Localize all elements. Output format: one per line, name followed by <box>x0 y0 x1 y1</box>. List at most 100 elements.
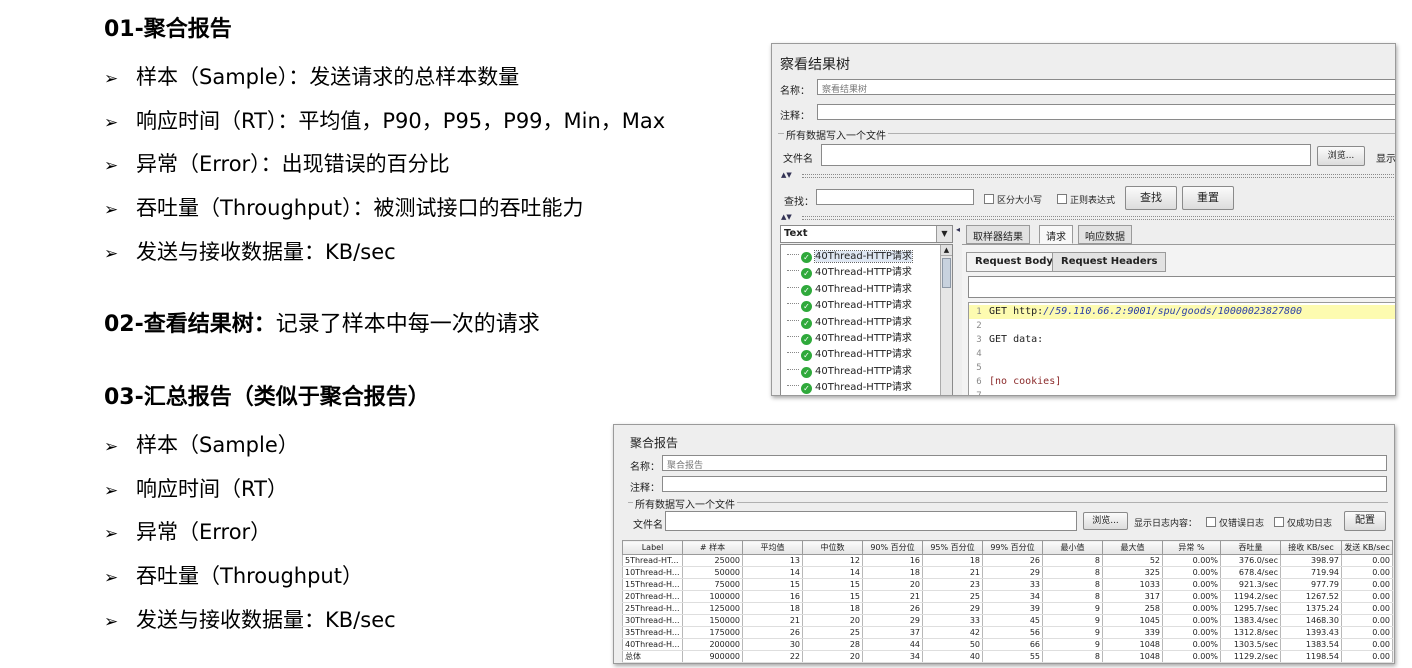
table-cell: 900000 <box>682 650 743 663</box>
request-body-editor[interactable]: 1 GET http://59.110.66.2:9001/spu/goods/1… <box>968 302 1395 395</box>
bullet: ➢ 异常（Error）：出现错误的百分比 <box>104 150 450 180</box>
table-cell: 16 <box>742 590 803 603</box>
column-header[interactable]: 平均值 <box>742 540 803 555</box>
tab-request[interactable]: 请求 <box>1039 225 1073 244</box>
tree-scrollbar[interactable]: ▲ <box>940 245 952 395</box>
tree-item[interactable]: ✓ 40Thread-HTTP请求 <box>787 378 912 395</box>
check-circle-icon: ✓ <box>801 252 812 263</box>
browse-button[interactable]: 浏览... <box>1083 512 1128 530</box>
column-header[interactable]: 异常 % <box>1162 540 1221 555</box>
arrow-bullet-icon: ➢ <box>104 481 119 501</box>
column-header[interactable]: 接收 KB/sec <box>1280 540 1342 555</box>
chevron-down-icon[interactable]: ▼ <box>936 226 952 242</box>
errors-only-checkbox[interactable]: 仅错误日志 <box>1206 516 1264 529</box>
tree-item[interactable]: ✓ 40Thread-HTTP请求 <box>787 329 912 345</box>
table-cell: 20 <box>862 578 923 591</box>
code-text: GET data: <box>989 334 1044 345</box>
success-only-checkbox[interactable]: 仅成功日志 <box>1274 516 1332 529</box>
file-name-field[interactable] <box>665 511 1077 531</box>
tab-response-data[interactable]: 响应数据 <box>1078 225 1132 244</box>
case-sensitive-checkbox[interactable]: 区分大小写 <box>984 193 1042 206</box>
table-cell: 29 <box>922 602 983 615</box>
table-cell: 25000 <box>682 554 743 567</box>
table-cell: 1303.5/sec <box>1220 638 1281 651</box>
configure-button[interactable]: 配置 <box>1344 511 1386 531</box>
table-row[interactable]: 30Thread-H... 150000 21 20 29 33 45 9 1045 0.00% 1… <box>622 614 1393 627</box>
tree-item[interactable]: ✓ 40Thread-HTTP请求 <box>787 280 912 296</box>
comment-field[interactable] <box>817 104 1395 120</box>
splitter[interactable] <box>802 174 1395 178</box>
table-row[interactable]: 35Thread-H... 175000 26 25 37 42 56 9 339 0.00% 13… <box>622 626 1393 639</box>
bullet: ➢ 异常（Error） <box>104 518 271 548</box>
find-button[interactable]: 查找 <box>1125 186 1177 210</box>
tab-sampler-result[interactable]: 取样器结果 <box>966 225 1030 244</box>
tab-request-headers[interactable]: Request Headers <box>1052 252 1167 272</box>
tree-item[interactable]: ✓ 40Thread-HTTP请求 <box>787 362 912 378</box>
table-cell: 34 <box>982 590 1043 603</box>
request-url-field[interactable] <box>968 276 1395 298</box>
reset-button[interactable]: 重置 <box>1182 186 1234 210</box>
table-cell: 9 <box>1042 614 1103 627</box>
name-field[interactable]: 察看结果树 <box>817 79 1395 95</box>
collapse-arrows-icon[interactable]: ▲▼ <box>781 172 792 179</box>
tree-item[interactable]: ✓ 40Thread-HTTP请求 <box>787 263 912 280</box>
regex-checkbox[interactable]: 正则表达式 <box>1057 193 1115 206</box>
column-header[interactable]: # 样本 <box>682 540 743 555</box>
split-arrows-icon[interactable]: ◂ <box>956 225 960 234</box>
name-label: 名称： <box>780 86 810 97</box>
table-cell: 66 <box>982 638 1043 651</box>
name-field[interactable]: 聚合报告 <box>662 455 1387 471</box>
comment-field[interactable] <box>662 476 1387 492</box>
column-header[interactable]: 99% 百分位 <box>982 540 1043 555</box>
table-cell: 1129.2/sec <box>1220 650 1281 663</box>
search-label: 查找： <box>784 197 814 208</box>
code-line: 6 [no cookies] <box>969 375 1395 389</box>
column-header[interactable]: 90% 百分位 <box>862 540 923 555</box>
renderer-select[interactable]: Text ▼ <box>780 225 953 243</box>
browse-button[interactable]: 浏览... <box>1317 146 1365 166</box>
check-circle-icon: ✓ <box>801 366 812 378</box>
column-header[interactable]: 最大值 <box>1102 540 1163 555</box>
table-cell: 23 <box>922 578 983 591</box>
table-cell: 15 <box>802 578 863 591</box>
code-line: 3 GET data: <box>969 333 1395 347</box>
tab-request-body[interactable]: Request Body <box>966 252 1062 272</box>
column-header[interactable]: Label <box>622 540 683 555</box>
scroll-up-icon[interactable]: ▲ <box>941 245 952 256</box>
arrow-bullet-icon: ➢ <box>104 113 119 133</box>
column-header[interactable]: 中位数 <box>802 540 863 555</box>
table-row[interactable]: 40Thread-H... 200000 30 28 44 50 66 9 1048 0.00% 1… <box>622 638 1393 651</box>
scroll-thumb[interactable] <box>942 258 951 288</box>
table-cell: 9 <box>1042 638 1103 651</box>
collapse-arrows-icon[interactable]: ▲▼ <box>781 214 792 221</box>
table-cell: 1048 <box>1102 650 1163 663</box>
tree-item[interactable]: ✓ 40Thread-HTTP请求 <box>787 247 913 263</box>
table-row[interactable]: 总体 900000 22 20 34 40 55 8 1048 0.00% 1129.2/sec 11… <box>622 650 1393 663</box>
comment-label: 注释： <box>780 111 810 122</box>
tree-item[interactable]: ✓ 40Thread-HTTP请求 <box>787 345 912 362</box>
tree-item[interactable]: ✓ 40Thread-HTTP请求 <box>787 313 912 329</box>
table-cell: 175000 <box>682 626 743 639</box>
table-row[interactable]: 5Thread-HT... 25000 13 12 16 18 26 8 52 0.00% 376.… <box>622 554 1393 567</box>
column-header[interactable]: 发送 KB/sec <box>1341 540 1393 555</box>
table-cell: 25Thread-H... <box>622 602 683 615</box>
code-line: 4 <box>969 347 1395 361</box>
aggregate-report-screenshot: 聚合报告 名称： 聚合报告 注释： 所有数据写入一个文件 文件名 浏览... 显… <box>613 424 1395 664</box>
table-cell: 0.00% <box>1162 650 1221 663</box>
column-header[interactable]: 95% 百分位 <box>922 540 983 555</box>
table-row[interactable]: 25Thread-H... 125000 18 18 26 29 39 9 258 0.00% 12… <box>622 602 1393 615</box>
table-row[interactable]: 20Thread-H... 100000 16 15 21 25 34 8 317 0.00% 11… <box>622 590 1393 603</box>
column-header[interactable]: 最小值 <box>1042 540 1103 555</box>
splitter[interactable] <box>802 216 1395 220</box>
table-row[interactable]: 15Thread-H... 75000 15 15 20 23 33 8 1033 0.00% 92… <box>622 578 1393 591</box>
column-header[interactable]: 吞吐量 <box>1220 540 1281 555</box>
table-cell: 0.00 <box>1341 566 1393 579</box>
file-name-field[interactable] <box>821 144 1311 166</box>
line-number: 6 <box>976 377 982 387</box>
search-input[interactable] <box>816 189 974 205</box>
code-text: GET http: <box>989 306 1044 317</box>
tree-item[interactable]: ✓ 40Thread-HTTP请求 <box>787 296 912 313</box>
table-cell: 20 <box>802 650 863 663</box>
table-row[interactable]: 10Thread-H... 50000 14 14 18 21 29 8 325 0.00% 678… <box>622 566 1393 579</box>
arrow-bullet-icon: ➢ <box>104 568 119 588</box>
